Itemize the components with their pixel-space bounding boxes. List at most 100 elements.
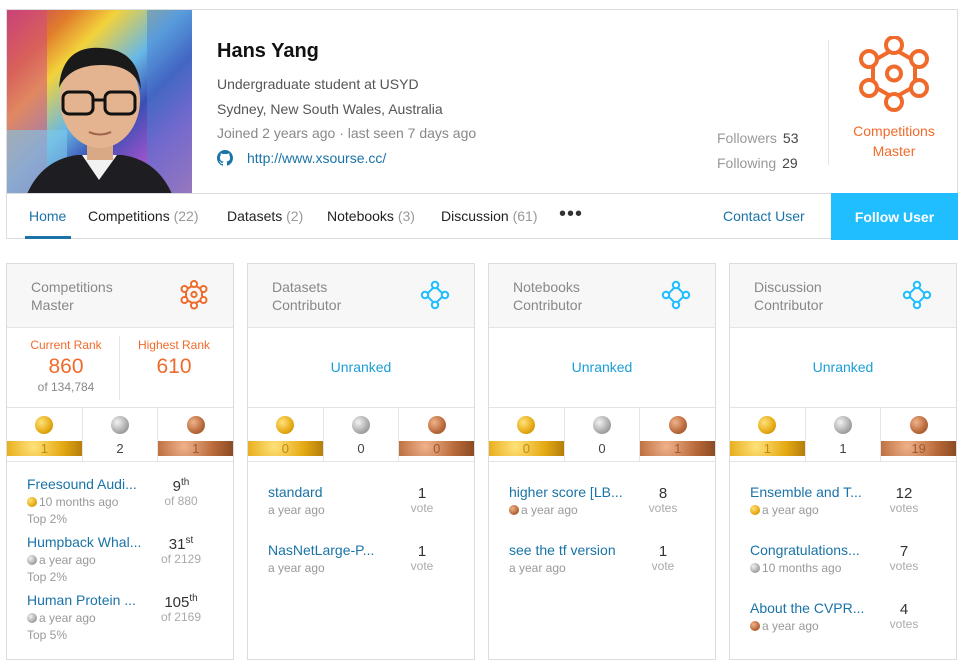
website-url[interactable]: http://www.xsourse.cc/ <box>247 150 386 166</box>
medal-summary: 0 0 1 <box>489 408 716 462</box>
entry-title[interactable]: About the CVPR... <box>750 600 875 616</box>
entry-meta: a year ago <box>268 503 325 517</box>
tab-home[interactable]: Home <box>29 194 66 239</box>
current-rank-label: Current Rank <box>30 338 102 352</box>
unranked-label[interactable]: Unranked <box>730 359 956 375</box>
list-item[interactable]: Congratulations... 10 months ago 7 votes <box>730 542 956 600</box>
entry-title[interactable]: higher score [LB... <box>509 484 634 500</box>
entry-title[interactable]: see the tf version <box>509 542 634 558</box>
tier-label: Competitions Master <box>835 121 953 161</box>
profile-name: Hans Yang <box>217 40 319 62</box>
highest-rank-value: 610 <box>156 355 192 378</box>
entry-title[interactable]: Humpback Whal... <box>27 534 152 550</box>
gold-medal-count: 1 <box>730 408 806 461</box>
entry-place-suffix: th <box>181 477 190 488</box>
entry-place: 9 <box>172 478 181 495</box>
entry-meta: a year ago <box>509 503 578 517</box>
entry-title[interactable]: NasNetLarge-P... <box>268 542 393 558</box>
silver-medal-count: 2 <box>83 408 159 461</box>
tab-notebooks[interactable]: Notebooks (3) <box>327 194 415 239</box>
vote-unit: vote <box>410 501 434 515</box>
entry-title[interactable]: Ensemble and T... <box>750 484 875 500</box>
github-icon <box>217 150 233 166</box>
gold-count: 0 <box>248 441 323 456</box>
list-item[interactable]: Humpback Whal... a year ago Top 2% 31st o… <box>7 534 233 592</box>
entry-place-suffix: st <box>185 535 194 546</box>
profile-location: Sydney, New South Wales, Australia <box>217 101 443 117</box>
entry-time: a year ago <box>762 619 819 633</box>
entry-place: 105 <box>164 594 190 611</box>
list-item[interactable]: standard a year ago 1 vote <box>248 484 474 542</box>
entry-votes: 8 votes <box>633 485 693 515</box>
tab-home-label: Home <box>29 208 67 224</box>
list-item[interactable]: Human Protein ... a year ago Top 5% 105t… <box>7 592 233 650</box>
list-item[interactable]: Ensemble and T... a year ago 12 votes <box>730 484 956 542</box>
profile-card: Hans Yang Undergraduate student at USYD … <box>6 9 958 240</box>
entry-time: a year ago <box>39 611 96 625</box>
tab-competitions-count: (22) <box>173 208 199 224</box>
entry-title[interactable]: Human Protein ... <box>27 592 152 608</box>
tab-discussion[interactable]: Discussion (61) <box>441 194 538 239</box>
list-item[interactable]: NasNetLarge-P... a year ago 1 vote <box>248 542 474 600</box>
avatar[interactable] <box>7 10 192 194</box>
entry-meta: a year ago <box>27 611 96 625</box>
follow-stats: Followers 53 Following 29 <box>717 126 798 176</box>
card-header: Competitions Master <box>7 264 233 328</box>
bronze-medal-icon <box>509 505 519 515</box>
silver-medal-count: 0 <box>565 408 641 461</box>
tab-datasets[interactable]: Datasets (2) <box>227 194 303 239</box>
entry-time: 10 months ago <box>762 561 842 575</box>
entry-rank: 9th of 880 <box>151 477 211 508</box>
list-item[interactable]: About the CVPR... a year ago 4 votes <box>730 600 956 658</box>
entry-votes: 1 vote <box>392 543 452 573</box>
entry-top-percent: Top 5% <box>27 628 68 642</box>
followers-row[interactable]: Followers 53 <box>717 126 798 151</box>
website-link[interactable]: http://www.xsourse.cc/ <box>217 150 386 166</box>
bronze-count: 0 <box>399 441 475 456</box>
entry-place-suffix: th <box>189 593 198 604</box>
unranked-label[interactable]: Unranked <box>248 359 474 375</box>
entry-title[interactable]: Congratulations... <box>750 542 875 558</box>
entry-title[interactable]: standard <box>268 484 393 500</box>
silver-count: 2 <box>116 441 124 456</box>
entry-rank: 31st of 2129 <box>151 535 211 566</box>
follow-user-button[interactable]: Follow User <box>831 193 958 240</box>
rank-area: Current Rank 860 of 134,784 Highest Rank… <box>7 328 233 408</box>
silver-medal-icon <box>593 416 611 434</box>
gold-medal-icon <box>27 497 37 507</box>
gold-count: 1 <box>730 441 805 456</box>
medal-summary: 1 1 19 <box>730 408 957 462</box>
more-menu-icon[interactable]: ••• <box>559 194 583 239</box>
following-row[interactable]: Following 29 <box>717 151 798 176</box>
entry-time: a year ago <box>521 503 578 517</box>
bronze-medal-count: 1 <box>158 408 234 461</box>
silver-medal-icon <box>750 563 760 573</box>
entry-time: a year ago <box>268 503 325 517</box>
notebooks-card: Notebooks Contributor Unranked 0 0 1 hig… <box>488 263 716 660</box>
list-item[interactable]: Freesound Audi... 10 months ago Top 2% 9… <box>7 476 233 534</box>
medal-summary: 0 0 0 <box>248 408 475 462</box>
entry-time: a year ago <box>509 561 566 575</box>
following-label: Following <box>717 155 777 171</box>
medal-summary: 1 2 1 <box>7 408 234 462</box>
followers-label: Followers <box>717 130 777 146</box>
entry-time: a year ago <box>762 503 819 517</box>
bronze-medal-icon <box>186 416 205 434</box>
list-item[interactable]: higher score [LB... a year ago 8 votes <box>489 484 715 542</box>
entry-rank: 105th of 2169 <box>151 593 211 624</box>
unranked-label[interactable]: Unranked <box>489 359 715 375</box>
entry-total: of 880 <box>164 494 198 508</box>
gold-count: 1 <box>7 441 82 456</box>
competitions-card: Competitions Master Current Rank 860 of … <box>6 263 234 660</box>
entry-title[interactable]: Freesound Audi... <box>27 476 152 492</box>
silver-count: 0 <box>357 441 365 456</box>
bronze-medal-icon <box>750 621 760 631</box>
entry-total: of 2129 <box>160 552 202 566</box>
entry-meta: 10 months ago <box>27 495 118 509</box>
contact-user-link[interactable]: Contact User <box>723 194 805 238</box>
profile-bio: Undergraduate student at USYD <box>217 76 419 92</box>
tab-competitions[interactable]: Competitions (22) <box>88 194 199 239</box>
bronze-count: 1 <box>640 441 716 456</box>
list-item[interactable]: see the tf version a year ago 1 vote <box>489 542 715 600</box>
card-title-line1: Competitions <box>31 279 113 295</box>
